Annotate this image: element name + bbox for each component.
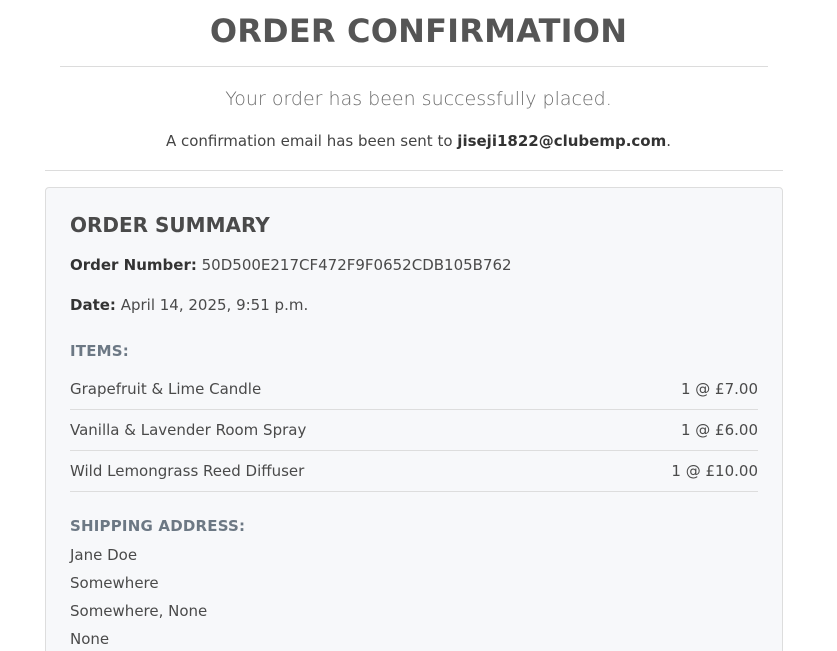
success-message: Your order has been successfully placed. (225, 88, 612, 110)
address-line: Somewhere, None (70, 602, 208, 620)
order-number-value: 50D500E217CF472F9F0652CDB105B762 (201, 256, 512, 274)
order-number: Order Number: 50D500E217CF472F9F0652CDB1… (70, 256, 512, 274)
item-qty-price: 1 @ £10.00 (671, 462, 758, 480)
items-label: ITEMS: (70, 342, 129, 360)
list-item: Vanilla & Lavender Room Spray 1 @ £6.00 (70, 410, 758, 451)
order-date-value: April 14, 2025, 9:51 p.m. (120, 296, 309, 314)
email-notice-prefix: A confirmation email has been sent to (165, 132, 458, 150)
list-item: Wild Lemongrass Reed Diffuser 1 @ £10.00 (70, 451, 758, 492)
divider (45, 170, 783, 171)
address-line: None (70, 630, 110, 648)
order-number-label: Order Number: (70, 256, 197, 274)
item-name: Vanilla & Lavender Room Spray (70, 421, 307, 439)
order-date: Date: April 14, 2025, 9:51 p.m. (70, 296, 308, 314)
address-line: Somewhere (70, 574, 159, 592)
email-notice-suffix: . (666, 132, 672, 150)
page-title: ORDER CONFIRMATION (209, 12, 628, 50)
list-item: Grapefruit & Lime Candle 1 @ £7.00 (70, 369, 758, 410)
item-name: Grapefruit & Lime Candle (70, 380, 262, 398)
shipping-address-label: SHIPPING ADDRESS: (70, 517, 246, 535)
item-qty-price: 1 @ £6.00 (680, 421, 758, 439)
address-line: Jane Doe (70, 546, 138, 564)
order-date-label: Date: (70, 296, 116, 314)
email-notice: A confirmation email has been sent to ji… (0, 132, 837, 150)
order-summary-card: ORDER SUMMARY Order Number: 50D500E217CF… (45, 187, 783, 651)
item-qty-price: 1 @ £7.00 (680, 380, 758, 398)
items-list: Grapefruit & Lime Candle 1 @ £7.00 Vanil… (70, 369, 758, 492)
item-name: Wild Lemongrass Reed Diffuser (70, 462, 305, 480)
confirmation-email: jiseji1822@clubemp.com (457, 132, 667, 150)
divider (60, 66, 768, 67)
order-confirmation-page: ORDER CONFIRMATION Your order has been s… (0, 0, 837, 651)
order-summary-title: ORDER SUMMARY (70, 213, 270, 237)
